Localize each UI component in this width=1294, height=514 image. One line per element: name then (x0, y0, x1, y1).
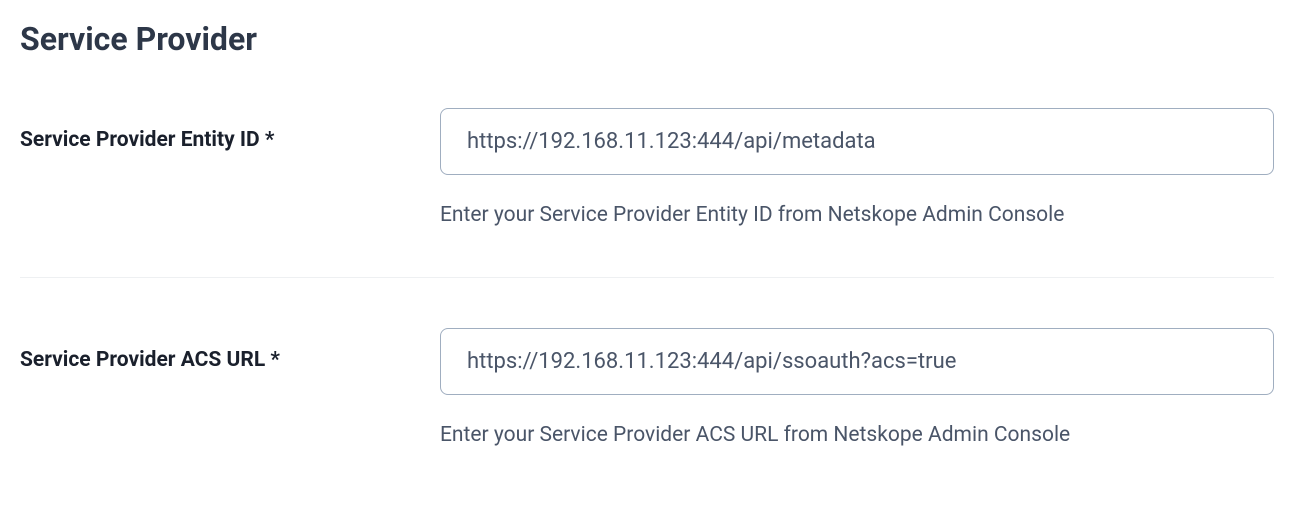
entity-id-input[interactable] (440, 108, 1274, 175)
entity-id-control: Enter your Service Provider Entity ID fr… (440, 108, 1274, 227)
acs-url-help: Enter your Service Provider ACS URL from… (440, 423, 1274, 447)
entity-id-help: Enter your Service Provider Entity ID fr… (440, 203, 1274, 227)
form-row-acs-url: Service Provider ACS URL * Enter your Se… (20, 328, 1274, 447)
acs-url-label: Service Provider ACS URL * (20, 328, 440, 372)
entity-id-label: Service Provider Entity ID * (20, 108, 440, 152)
acs-url-input[interactable] (440, 328, 1274, 395)
section-title: Service Provider (20, 20, 1274, 58)
acs-url-control: Enter your Service Provider ACS URL from… (440, 328, 1274, 447)
form-row-entity-id: Service Provider Entity ID * Enter your … (20, 108, 1274, 278)
